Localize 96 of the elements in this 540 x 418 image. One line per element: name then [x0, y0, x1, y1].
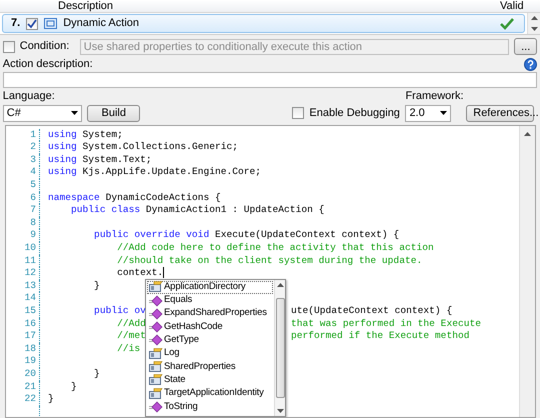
- column-header: Valid: [500, 0, 524, 13]
- code-line: //Add code here to define the activity that this action: [116, 242, 434, 255]
- completion-item[interactable]: State: [147, 374, 273, 388]
- completion-item[interactable]: TargetApplicationIdentity: [147, 387, 273, 400]
- code-line: performed if the Execute method: [291, 330, 470, 343]
- column-header: Description: [58, 0, 114, 13]
- code-line: context.: [116, 267, 164, 280]
- condition-label: Condition:: [20, 40, 70, 53]
- line-number: 7: [6, 204, 40, 217]
- scroll-up-icon: [524, 132, 531, 136]
- code-line: //is: [116, 342, 140, 356]
- scroll-down-icon: [276, 408, 284, 413]
- line-number: 16: [6, 318, 40, 330]
- code-line: }: [70, 380, 77, 394]
- code-editor[interactable]: [5, 124, 536, 418]
- method-icon: [149, 321, 163, 334]
- code-line: public ov: [93, 304, 146, 316]
- language-dropdown[interactable]: C#: [2, 104, 82, 122]
- property-icon: [149, 374, 163, 386]
- language-label: Language:: [2, 90, 56, 103]
- completion-item[interactable]: GetType: [147, 334, 273, 348]
- code-line: }: [93, 368, 100, 381]
- method-icon: [149, 400, 163, 413]
- line-number: 1: [6, 128, 40, 142]
- scrollbar[interactable]: [274, 280, 285, 416]
- line-number: 11: [6, 254, 40, 268]
- code-line: public class DynamicAction1 : UpdateAction {: [70, 204, 324, 217]
- action-row[interactable]: 7. Dynamic Action: [2, 14, 525, 33]
- action-name: Dynamic Action: [63, 17, 140, 30]
- code-line: //Add: [116, 318, 146, 329]
- property-icon: [149, 281, 163, 294]
- property-icon: [149, 348, 163, 360]
- method-icon: [149, 308, 163, 320]
- build-button[interactable]: Build: [87, 104, 140, 122]
- code-line: that was performed in the Execute: [291, 318, 481, 330]
- line-number: 21: [6, 380, 40, 394]
- scrollbar[interactable]: [527, 13, 540, 34]
- action-icon: [44, 18, 58, 29]
- code-line: ute(UpdateContext context) {: [291, 304, 452, 318]
- line-number: 15: [6, 304, 40, 318]
- completion-item[interactable]: ExpandSharedProperties: [147, 307, 273, 321]
- line-number: 17: [6, 330, 40, 343]
- description-label: Action description:: [2, 58, 93, 71]
- property-icon: [149, 361, 163, 374]
- line-number: 5: [6, 179, 40, 192]
- line-number: 8: [6, 216, 40, 230]
- debugging-label: Enable Debugging: [309, 106, 400, 120]
- line-number: 20: [6, 368, 40, 381]
- browse-button[interactable]: ...: [514, 38, 538, 55]
- completion-item[interactable]: SharedProperties: [147, 360, 273, 374]
- enabled-checkbox[interactable]: [26, 18, 38, 30]
- line-number: 6: [6, 192, 40, 204]
- completion-item[interactable]: GetHashCode: [147, 320, 273, 334]
- line-number: 13: [6, 280, 40, 292]
- method-icon: [149, 294, 163, 307]
- line-number: 10: [6, 242, 40, 255]
- code-line: using System.Collections.Generic;: [48, 141, 238, 154]
- help-icon: [524, 58, 538, 71]
- code-line: using System;: [48, 128, 123, 142]
- code-line: //should take on the client system during the update.: [116, 254, 422, 268]
- check-icon: [26, 18, 38, 29]
- code-line: using System.Text;: [48, 154, 152, 166]
- line-number: 12: [6, 267, 40, 280]
- caret-icon: [70, 111, 78, 116]
- line-number: 3: [6, 154, 40, 166]
- line-number: 9: [6, 229, 40, 242]
- line-number: 22: [6, 393, 40, 406]
- line-number: 14: [6, 292, 40, 305]
- code-line: }: [93, 280, 100, 292]
- scrollbar-thumb[interactable]: [276, 298, 284, 398]
- scroll-down-icon: [530, 27, 538, 31]
- scrollbar[interactable]: [519, 126, 535, 417]
- code-line: namespace DynamicCodeActions {: [48, 192, 221, 204]
- method-icon: [149, 334, 163, 346]
- row-number: 7.: [11, 17, 20, 30]
- completion-item[interactable]: ApplicationDirectory: [147, 280, 273, 294]
- framework-dropdown[interactable]: 2.0: [405, 104, 452, 122]
- description-field[interactable]: [2, 72, 538, 88]
- code-line: public override void Execute(UpdateContext context) {: [93, 229, 400, 242]
- line-number: 19: [6, 355, 40, 368]
- condition-checkbox[interactable]: [2, 40, 15, 52]
- caret-icon: [440, 111, 448, 116]
- completion-item[interactable]: Equals: [147, 294, 273, 308]
- line-number: 4: [6, 166, 40, 180]
- scroll-up-icon: [276, 282, 284, 287]
- line-number: 18: [6, 342, 40, 356]
- framework-label: Framework:: [405, 90, 464, 103]
- line-number: 2: [6, 141, 40, 154]
- code-line: //met: [116, 330, 146, 342]
- code-line: }: [48, 393, 54, 406]
- debugging-checkbox[interactable]: [292, 107, 304, 120]
- code-line: using Kjs.AppLife.Update.Engine.Core;: [48, 166, 262, 180]
- property-icon: [149, 388, 163, 400]
- scroll-up-icon: [530, 16, 538, 20]
- completion-item[interactable]: Log: [147, 347, 273, 360]
- completion-item[interactable]: ToString: [147, 400, 273, 414]
